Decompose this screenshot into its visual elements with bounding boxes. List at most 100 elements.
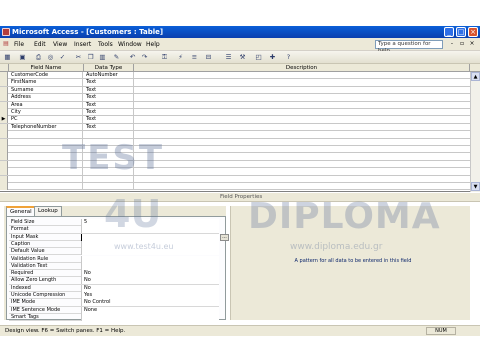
row-selector[interactable] — [0, 101, 8, 109]
new-object-icon[interactable]: ✚ — [268, 53, 277, 62]
row-selector[interactable] — [0, 175, 8, 183]
data-type-cell[interactable] — [84, 183, 134, 190]
field-name-cell[interactable]: City — [9, 109, 83, 116]
property-value-input[interactable]: No — [81, 277, 219, 285]
menu-edit[interactable]: Edit — [34, 41, 46, 48]
field-name-cell[interactable]: PC — [9, 116, 83, 124]
row-selector[interactable] — [0, 79, 8, 87]
tab-lookup[interactable]: Lookup — [34, 206, 62, 216]
property-row: IME Sentence Mode None — [9, 306, 219, 314]
property-value-input[interactable]: No — [81, 284, 219, 292]
doc-close-button[interactable]: × — [468, 40, 476, 48]
row-selector[interactable] — [0, 160, 8, 168]
indexes-icon[interactable]: ⚡ — [176, 53, 185, 62]
insert-rows-icon[interactable]: ≡ — [190, 53, 199, 62]
data-type-cell[interactable]: Text — [84, 94, 134, 102]
doc-restore-button[interactable]: ▫ — [458, 40, 466, 48]
field-name-cell[interactable]: TelephoneNumber — [9, 123, 83, 131]
save-icon[interactable]: ▣ — [18, 53, 27, 62]
row-selector[interactable] — [0, 153, 8, 161]
watermark-url-test4u: www.test4u.eu — [114, 242, 174, 251]
field-name-cell[interactable]: Address — [9, 94, 83, 102]
paste-icon[interactable]: ▥ — [98, 53, 107, 62]
scroll-down-icon[interactable]: ▼ — [471, 182, 480, 191]
table-row[interactable]: CustomerCode AutoNumber — [0, 72, 470, 80]
row-selector[interactable] — [0, 109, 8, 116]
input-mask-builder-button[interactable]: ... — [220, 233, 229, 241]
property-help-text: A pattern for all data to be entered in … — [294, 258, 412, 264]
row-selector[interactable] — [0, 183, 8, 190]
ask-question-input[interactable]: Type a question for help — [375, 40, 443, 54]
property-value-input[interactable]: No Control — [81, 299, 219, 307]
property-value-input[interactable] — [81, 255, 219, 263]
field-name-cell[interactable]: Area — [9, 101, 83, 109]
table-row[interactable]: Area Text — [0, 101, 470, 109]
redo-icon[interactable]: ↷ — [140, 53, 149, 62]
table-row[interactable]: FirstName Text — [0, 79, 470, 87]
row-selector[interactable] — [0, 123, 8, 131]
field-name-cell[interactable]: FirstName — [9, 79, 83, 87]
header-field-name: Field Name — [9, 64, 84, 72]
field-name-cell[interactable]: CustomerCode — [9, 72, 83, 79]
menu-view[interactable]: View — [53, 41, 67, 48]
view-icon[interactable]: ▦ — [3, 53, 12, 62]
document-icon[interactable]: ▤ — [2, 40, 10, 48]
table-row[interactable]: Address Text — [0, 94, 470, 102]
table-row[interactable] — [0, 183, 470, 191]
format-painter-icon[interactable]: ✎ — [112, 53, 121, 62]
menu-insert[interactable]: Insert — [74, 41, 91, 48]
data-type-cell[interactable]: Text — [84, 86, 134, 94]
close-button[interactable]: × — [468, 27, 478, 37]
data-type-cell[interactable]: AutoNumber — [84, 72, 134, 79]
row-selector[interactable] — [0, 168, 8, 176]
spelling-icon[interactable]: ✓ — [58, 53, 67, 62]
doc-minimize-button[interactable]: - — [448, 40, 456, 48]
print-icon[interactable]: ⎙ — [34, 53, 43, 62]
table-row[interactable]: ▶ PC Text — [0, 116, 470, 124]
row-selector[interactable]: ▶ — [0, 116, 8, 124]
properties-icon[interactable]: ☰ — [224, 53, 233, 62]
property-label: Smart Tags — [11, 313, 39, 320]
property-value-input[interactable]: No — [81, 270, 219, 278]
row-selector[interactable] — [0, 131, 8, 139]
row-selector[interactable] — [0, 94, 8, 102]
table-row[interactable]: City Text — [0, 109, 470, 117]
data-type-cell[interactable]: Text — [84, 123, 134, 131]
maximize-button[interactable]: □ — [456, 27, 466, 37]
field-name-cell[interactable]: Surname — [9, 86, 83, 94]
menu-window[interactable]: Window — [118, 41, 142, 48]
field-name-cell[interactable] — [9, 183, 83, 190]
data-type-cell[interactable]: Text — [84, 109, 134, 116]
data-type-cell[interactable]: Text — [84, 116, 134, 124]
row-selector[interactable] — [0, 72, 8, 79]
row-selector[interactable] — [0, 86, 8, 94]
menu-tools[interactable]: Tools — [98, 41, 113, 48]
property-value-input[interactable]: Yes — [81, 292, 219, 299]
table-row[interactable]: Surname Text — [0, 86, 470, 95]
grid-vertical-scrollbar[interactable]: ▲ ▼ — [470, 72, 480, 192]
menu-file[interactable]: File — [14, 41, 24, 48]
row-selector[interactable] — [0, 146, 8, 153]
help-icon[interactable]: ? — [284, 53, 293, 62]
table-row[interactable]: TelephoneNumber Text — [0, 123, 470, 132]
property-value-input[interactable] — [81, 262, 219, 270]
access-app-icon[interactable] — [2, 28, 10, 36]
primary-key-icon[interactable]: ⚿ — [160, 53, 169, 62]
print-preview-icon[interactable]: ◎ — [46, 53, 55, 62]
property-value-input[interactable] — [81, 313, 219, 321]
delete-rows-icon[interactable]: ⊟ — [204, 53, 213, 62]
property-value-input[interactable]: None — [81, 306, 219, 314]
row-selector[interactable] — [0, 138, 8, 146]
menu-help[interactable]: Help — [146, 41, 160, 48]
database-window-icon[interactable]: ◰ — [254, 53, 263, 62]
property-row: Validation Text — [9, 262, 219, 271]
data-type-cell[interactable]: Text — [84, 101, 134, 109]
undo-icon[interactable]: ↶ — [128, 53, 137, 62]
property-label: Field Size — [11, 219, 35, 225]
data-type-cell[interactable]: Text — [84, 79, 134, 87]
cut-icon[interactable]: ✂ — [74, 53, 83, 62]
scroll-up-icon[interactable]: ▲ — [471, 72, 480, 81]
build-icon[interactable]: ⚒ — [238, 53, 247, 62]
minimize-button[interactable]: _ — [444, 27, 454, 37]
copy-icon[interactable]: ❐ — [86, 53, 95, 62]
